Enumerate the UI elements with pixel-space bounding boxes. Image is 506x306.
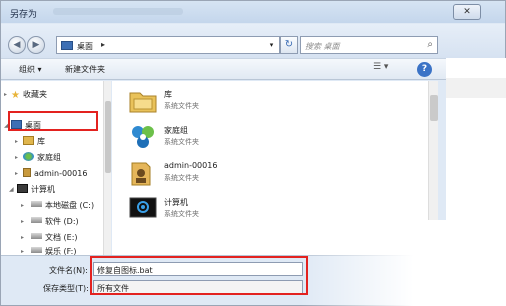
computer-icon — [129, 197, 157, 218]
item-name: 计算机 — [164, 198, 188, 207]
nav-label: 文档 (E:) — [45, 233, 78, 242]
nav-label: 本地磁盘 (C:) — [45, 201, 95, 210]
nav-label: 收藏夹 — [22, 90, 47, 99]
nav-label: 计算机 — [31, 185, 55, 194]
homegroup-icon — [132, 126, 154, 148]
search-placeholder: 搜索 桌面 — [305, 42, 340, 51]
window-title: 另存为 — [10, 10, 38, 20]
new-folder-button[interactable]: 新建文件夹 — [65, 64, 105, 75]
scrollbar-thumb[interactable] — [105, 101, 111, 173]
nav-item-drive-f[interactable]: 娱乐 (F:) — [31, 246, 76, 255]
faded-overlay — [300, 220, 506, 306]
file-type-label: 保存类型(T): — [43, 284, 89, 293]
item-name: admin-00016 — [164, 161, 218, 170]
nav-item-computer[interactable]: 计算机 — [17, 184, 55, 196]
command-toolbar: 组织 ▾ 新建文件夹 ☰ ▾ ? — [1, 58, 447, 80]
item-type: 系统文件夹 — [164, 174, 199, 182]
expand-arrow-icon[interactable]: ▸ — [15, 138, 18, 145]
help-button[interactable]: ? — [417, 62, 432, 77]
drive-icon — [31, 233, 42, 239]
expand-arrow-icon[interactable]: ▸ — [21, 234, 24, 241]
expand-arrow-icon[interactable]: ▸ — [21, 218, 24, 225]
collapse-arrow-icon[interactable]: ◢ — [9, 186, 14, 193]
nav-label: admin-00016 — [34, 169, 88, 178]
homegroup-icon — [23, 152, 34, 161]
address-location: 桌面 — [77, 42, 93, 51]
drive-icon — [31, 247, 42, 253]
expand-arrow-icon[interactable]: ▸ — [21, 202, 24, 209]
highlight-desktop-box — [8, 111, 98, 131]
nav-label: 娱乐 (F:) — [45, 247, 77, 255]
nav-item-favorites[interactable]: ★ 收藏夹 — [11, 89, 47, 101]
search-input[interactable]: 搜索 桌面 ⌕ — [300, 36, 438, 54]
item-type: 系统文件夹 — [164, 138, 199, 146]
expand-arrow-icon[interactable]: ▸ — [15, 170, 18, 177]
expand-arrow-icon[interactable]: ▸ — [4, 91, 7, 98]
back-button[interactable]: ◀ — [8, 36, 26, 54]
view-options-button[interactable]: ☰ ▾ — [373, 62, 403, 78]
nav-label: 家庭组 — [37, 153, 61, 162]
address-dropdown-button[interactable]: ▾ — [264, 36, 280, 54]
nav-item-user[interactable]: admin-00016 — [23, 168, 87, 180]
item-name: 库 — [164, 90, 172, 99]
breadcrumb-chevron-icon[interactable]: ▸ — [101, 40, 105, 49]
nav-label: 软件 (D:) — [45, 217, 79, 226]
drive-icon — [31, 201, 42, 207]
scrollbar-thumb[interactable] — [430, 95, 438, 121]
drive-icon — [31, 217, 42, 223]
refresh-button[interactable]: ↻ — [280, 36, 298, 54]
forward-button[interactable]: ▶ — [27, 36, 45, 54]
title-bar: 另存为 ✕ — [1, 1, 505, 23]
navigation-scrollbar[interactable] — [103, 81, 111, 255]
expand-arrow-icon[interactable]: ▸ — [21, 248, 24, 255]
highlight-filename-box — [90, 256, 308, 295]
navigation-pane: ▸ ★ 收藏夹 ◢ 桌面 ▸ 库 ▸ 家庭组 ▸ admin-00016 ◢ 计算… — [1, 81, 109, 255]
library-icon — [23, 136, 34, 145]
user-icon — [23, 168, 31, 177]
nav-item-drive-e[interactable]: 文档 (E:) — [31, 232, 78, 244]
organize-button[interactable]: 组织 ▾ — [19, 64, 42, 75]
close-button[interactable]: ✕ — [453, 4, 481, 20]
search-icon[interactable]: ⌕ — [427, 39, 433, 50]
item-type: 系统文件夹 — [164, 102, 199, 110]
background-strip — [446, 78, 506, 98]
nav-item-drive-c[interactable]: 本地磁盘 (C:) — [31, 200, 94, 212]
nav-label: 库 — [37, 137, 45, 146]
star-icon: ★ — [11, 90, 20, 101]
nav-item-drive-d[interactable]: 软件 (D:) — [31, 216, 79, 228]
library-icon — [129, 92, 157, 113]
expand-arrow-icon[interactable]: ▸ — [15, 154, 18, 161]
item-name: 家庭组 — [164, 126, 188, 135]
nav-item-library[interactable]: 库 — [23, 136, 45, 148]
desktop-icon — [61, 41, 73, 50]
blurred-title-text — [53, 8, 183, 15]
user-folder-icon — [131, 162, 151, 186]
address-bar[interactable]: 桌面 ▸ — [56, 36, 272, 54]
computer-icon — [17, 184, 28, 193]
nav-item-homegroup[interactable]: 家庭组 — [23, 152, 61, 164]
item-type: 系统文件夹 — [164, 210, 199, 218]
filename-label: 文件名(N): — [49, 266, 88, 275]
